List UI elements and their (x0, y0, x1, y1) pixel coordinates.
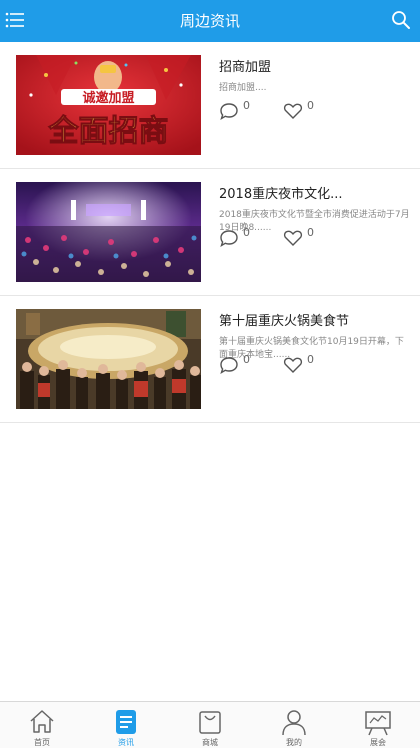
app-header: 周边资讯 (0, 0, 420, 42)
search-icon[interactable] (390, 9, 412, 31)
tab-home[interactable]: 首页 (0, 702, 84, 748)
news-icon (116, 710, 136, 734)
tab-mall[interactable]: 商城 (168, 702, 252, 748)
bottom-tab-bar: 首页 资讯 商城 我的 展会 (0, 701, 420, 748)
page-title: 周边资讯 (179, 12, 240, 30)
shopping-bag-icon (199, 711, 221, 734)
comment-icon (220, 357, 238, 374)
news-item[interactable]: 诚邀加盟 全面招商 招商加盟 招商加盟.... 0 0 (0, 42, 420, 169)
news-thumbnail-franchise[interactable]: 诚邀加盟 全面招商 (16, 55, 201, 155)
user-icon (282, 710, 306, 736)
heart-icon (283, 357, 303, 373)
news-title[interactable]: 第十届重庆火锅美食节 (219, 313, 412, 331)
home-icon (30, 710, 54, 733)
tab-profile[interactable]: 我的 (252, 702, 336, 748)
comment-icon (220, 230, 238, 247)
news-stats: 0 0 (219, 99, 409, 121)
news-thumbnail-night-market[interactable] (16, 182, 201, 282)
heart-icon (283, 230, 303, 246)
heart-icon (283, 103, 303, 119)
tab-news[interactable]: 资讯 (84, 702, 168, 748)
tab-exhibition[interactable]: 展会 (336, 702, 420, 748)
news-stats: 0 0 (219, 226, 409, 248)
news-thumbnail-hotpot-festival[interactable] (16, 309, 201, 409)
banner-text: 诚邀加盟 (82, 90, 134, 106)
news-list: 诚邀加盟 全面招商 招商加盟 招商加盟.... 0 0 2018重庆夜市文化..… (0, 42, 420, 423)
news-title[interactable]: 2018重庆夜市文化... (219, 186, 412, 204)
banner-headline: 全面招商 (48, 114, 169, 149)
news-stats: 0 0 (219, 353, 409, 375)
news-item[interactable]: 第十届重庆火锅美食节 第十届重庆火锅美食文化节10月19日开幕，下面重庆本地宝.… (0, 296, 420, 423)
comment-icon (220, 103, 238, 120)
news-item[interactable]: 2018重庆夜市文化... 2018重庆夜市文化节暨全市消费促进活动于7月19日… (0, 169, 420, 296)
news-title[interactable]: 招商加盟 (219, 59, 412, 77)
exhibition-board-icon (365, 711, 391, 736)
